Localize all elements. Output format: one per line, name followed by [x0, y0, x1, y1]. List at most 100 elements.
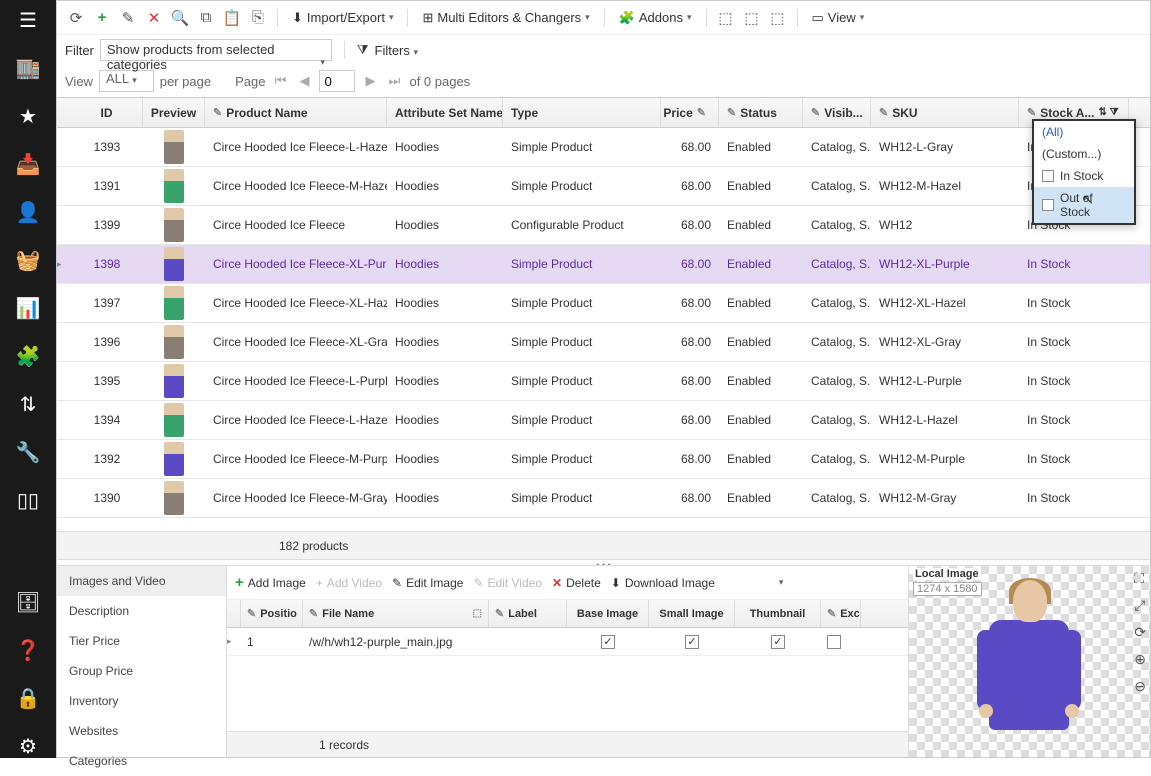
inbox-icon[interactable]: 📥: [16, 152, 40, 176]
table-row[interactable]: 1399Circe Hooded Ice FleeceHoodiesConfig…: [57, 206, 1150, 245]
add-image-button[interactable]: +Add Image: [235, 574, 306, 591]
edit-icon[interactable]: ✎: [117, 7, 139, 29]
refresh-icon[interactable]: ⟳: [1134, 624, 1146, 641]
tab-categories[interactable]: Categories: [57, 746, 226, 776]
col-label[interactable]: ✎Label: [489, 600, 567, 627]
wrench-icon[interactable]: 🔧: [16, 440, 40, 464]
next-page-icon[interactable]: ▶: [361, 73, 379, 89]
expand-icon[interactable]: ⤢: [1134, 597, 1146, 614]
columns-icon[interactable]: ▯▯: [16, 488, 40, 512]
edit-video-button[interactable]: ✎Edit Video: [473, 576, 542, 590]
view-per-page-select[interactable]: ALL ▾: [99, 70, 154, 92]
fullscreen-icon[interactable]: ⛶: [1134, 570, 1146, 587]
small-checkbox[interactable]: ✓: [685, 635, 699, 649]
tab-images-and-video[interactable]: Images and Video: [57, 566, 226, 596]
filter-opt-in-stock[interactable]: In Stock: [1034, 165, 1134, 187]
store-icon[interactable]: 🏬: [16, 56, 40, 80]
multi-editors-menu[interactable]: ⊞ Multi Editors & Changers ▾: [416, 8, 595, 28]
delete-button[interactable]: ✕Delete: [552, 576, 601, 590]
col-visibility[interactable]: ✎Visib...: [803, 98, 871, 127]
page-input[interactable]: [319, 70, 355, 92]
refresh-icon[interactable]: ⟳: [65, 7, 87, 29]
sort-asc-icon[interactable]: ⬚: [715, 7, 737, 29]
transfer-icon[interactable]: ⇅: [16, 392, 40, 416]
gear-icon[interactable]: ⚙: [16, 734, 40, 758]
col-price[interactable]: Price✎: [661, 98, 719, 127]
zoom-out-icon[interactable]: ⊖: [1134, 678, 1146, 695]
col-base-image[interactable]: Base Image: [567, 600, 649, 627]
copy-icon[interactable]: ⧉: [195, 7, 217, 29]
table-row[interactable]: 1390Circe Hooded Ice Fleece-M-GrayHoodie…: [57, 479, 1150, 518]
addons-menu[interactable]: 🧩 Addons ▾: [613, 8, 698, 28]
tab-websites[interactable]: Websites: [57, 716, 226, 746]
first-page-icon[interactable]: ⏮: [271, 73, 289, 89]
table-row[interactable]: 1395Circe Hooded Ice Fleece-L-PurpleHood…: [57, 362, 1150, 401]
tab-tier-price[interactable]: Tier Price: [57, 626, 226, 656]
import-export-menu[interactable]: ⬇ Import/Export ▾: [286, 8, 399, 28]
table-row[interactable]: ▸1398Circe Hooded Ice Fleece-XL-PurpleHo…: [57, 245, 1150, 284]
col-sku[interactable]: ✎SKU: [871, 98, 1019, 127]
col-product-name[interactable]: ✎Product Name: [205, 98, 387, 127]
view-menu[interactable]: ▭ View ▾: [806, 8, 871, 28]
download-image-button[interactable]: ⬇Download Image▾: [611, 576, 784, 590]
puzzle-icon[interactable]: 🧩: [16, 344, 40, 368]
filter-label: Filter: [65, 43, 94, 58]
cell-status: Enabled: [719, 245, 803, 283]
table-row[interactable]: 1392Circe Hooded Ice Fleece-M-PurpleHood…: [57, 440, 1150, 479]
col-preview[interactable]: Preview: [143, 98, 205, 127]
filter-dropdown[interactable]: Show products from selected categories ▾: [100, 39, 332, 61]
cell-attr: Hoodies: [387, 479, 503, 517]
search-icon[interactable]: 🔍: [169, 7, 191, 29]
paste-icon[interactable]: 📋: [221, 7, 243, 29]
col-small-image[interactable]: Small Image: [649, 600, 735, 627]
chart-icon[interactable]: 📊: [16, 296, 40, 320]
col-exclude[interactable]: ✎Exc: [821, 600, 861, 627]
last-page-icon[interactable]: ⏭: [385, 73, 403, 89]
star-icon[interactable]: ★: [16, 104, 40, 128]
columns-toggle-icon[interactable]: ⬚: [767, 7, 789, 29]
table-row[interactable]: 1393Circe Hooded Ice Fleece-L-HazelHoodi…: [57, 128, 1150, 167]
checkbox-icon[interactable]: [1042, 199, 1054, 211]
tab-group-price[interactable]: Group Price: [57, 656, 226, 686]
cell-visib: Catalog, S...: [803, 128, 871, 166]
col-id[interactable]: ID: [71, 98, 143, 127]
exclude-checkbox[interactable]: [827, 635, 841, 649]
table-row[interactable]: 1391Circe Hooded Ice Fleece-M-HazelHoodi…: [57, 167, 1150, 206]
funnel-icon[interactable]: ⧩: [357, 42, 369, 58]
col-type[interactable]: Type: [503, 98, 661, 127]
add-video-button[interactable]: +Add Video: [316, 576, 382, 590]
table-row[interactable]: 1394Circe Hooded Ice Fleece-L-HazelHoodi…: [57, 401, 1150, 440]
delete-icon[interactable]: ✕: [143, 7, 165, 29]
col-position[interactable]: ✎Positio: [241, 600, 303, 627]
zoom-in-icon[interactable]: ⊕: [1134, 651, 1146, 668]
grid-body[interactable]: 1393Circe Hooded Ice Fleece-L-HazelHoodi…: [57, 128, 1150, 559]
tab-inventory[interactable]: Inventory: [57, 686, 226, 716]
filter-opt-custom[interactable]: (Custom...): [1034, 143, 1134, 165]
filters-menu[interactable]: Filters ▾: [375, 43, 419, 58]
basket-icon[interactable]: 🧺: [16, 248, 40, 272]
table-row[interactable]: 1397Circe Hooded Ice Fleece-XL-HazelHood…: [57, 284, 1150, 323]
detail-row[interactable]: ▸ 1 /w/h/wh12-purple_main.jpg ✓ ✓ ✓: [227, 628, 908, 656]
detail-tabs: Images and VideoDescriptionTier PriceGro…: [57, 566, 227, 757]
table-row[interactable]: 1396Circe Hooded Ice Fleece-XL-GrayHoodi…: [57, 323, 1150, 362]
lock-icon[interactable]: 🔒: [16, 686, 40, 710]
col-file-name[interactable]: ✎File Name⬚: [303, 600, 489, 627]
thumb-checkbox[interactable]: ✓: [771, 635, 785, 649]
col-attribute-set[interactable]: Attribute Set Name: [387, 98, 503, 127]
edit-image-button[interactable]: ✎Edit Image: [392, 576, 463, 590]
menu-icon[interactable]: ☰: [16, 8, 40, 32]
duplicate-icon[interactable]: ⎘: [247, 7, 269, 29]
archive-icon[interactable]: 🗄: [16, 590, 40, 614]
col-thumbnail[interactable]: Thumbnail: [735, 600, 821, 627]
add-icon[interactable]: +: [91, 7, 113, 29]
sort-desc-icon[interactable]: ⬚: [741, 7, 763, 29]
tab-description[interactable]: Description: [57, 596, 226, 626]
help-icon[interactable]: ❓: [16, 638, 40, 662]
cell-status: Enabled: [719, 167, 803, 205]
base-checkbox[interactable]: ✓: [601, 635, 615, 649]
col-status[interactable]: ✎Status: [719, 98, 803, 127]
prev-page-icon[interactable]: ◀: [295, 73, 313, 89]
user-icon[interactable]: 👤: [16, 200, 40, 224]
filter-opt-all[interactable]: (All): [1034, 121, 1134, 143]
checkbox-icon[interactable]: [1042, 170, 1054, 182]
